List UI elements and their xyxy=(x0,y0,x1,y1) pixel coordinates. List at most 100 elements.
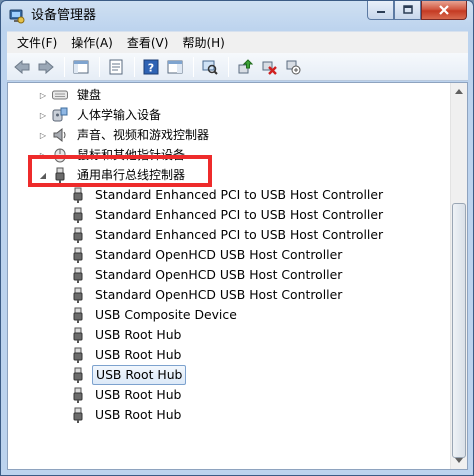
tree-child-device[interactable]: USB Root Hub xyxy=(66,325,184,345)
scroll-down-button[interactable] xyxy=(451,452,467,469)
toolbar: ? xyxy=(7,53,468,81)
hid-icon xyxy=(52,107,68,123)
expand-arrow-icon[interactable]: ▷ xyxy=(38,85,48,105)
tree-child-label: USB Root Hub xyxy=(95,387,182,402)
tree-node-mice[interactable]: ▷ 鼠标和其他指针设备 xyxy=(38,145,188,165)
tree-child-device[interactable]: USB Root Hub xyxy=(66,345,184,365)
tree-child-label: Standard Enhanced PCI to USB Host Contro… xyxy=(95,227,384,242)
console-tree-icon xyxy=(73,60,89,73)
menu-file[interactable]: 文件(F) xyxy=(7,33,64,53)
tree-child-device[interactable]: Standard OpenHCD USB Host Controller xyxy=(66,285,345,305)
action-pane-icon xyxy=(167,60,183,73)
usb-plug-icon xyxy=(70,407,86,423)
mouse-icon xyxy=(52,147,68,163)
tree-node-label: 键盘 xyxy=(77,88,102,102)
scroll-up-button[interactable] xyxy=(451,83,467,100)
close-icon xyxy=(439,5,449,15)
keyboard-icon xyxy=(52,87,68,103)
tree-child-label: USB Root Hub xyxy=(95,327,182,342)
usb-plug-icon xyxy=(70,247,86,263)
tree-node-keyboards[interactable]: ▷ 键盘 xyxy=(38,85,104,105)
back-arrow-icon xyxy=(14,59,30,74)
tree-child-label: Standard OpenHCD USB Host Controller xyxy=(95,287,343,302)
scan-hardware-icon xyxy=(202,60,218,75)
toolbar-separator xyxy=(64,56,65,77)
tree-child-label: USB Root Hub xyxy=(95,347,182,362)
scroll-down-icon xyxy=(455,458,463,463)
tree-child-device[interactable]: Standard OpenHCD USB Host Controller xyxy=(66,265,345,285)
toolbar-separator xyxy=(228,56,229,77)
tree-child-label: Standard OpenHCD USB Host Controller xyxy=(95,267,343,282)
tree-node-label: 鼠标和其他指针设备 xyxy=(77,148,186,162)
tree-child-label: Standard Enhanced PCI to USB Host Contro… xyxy=(95,187,384,202)
action-pane-button[interactable] xyxy=(164,56,186,78)
tree-child-device[interactable]: Standard Enhanced PCI to USB Host Contro… xyxy=(66,225,386,245)
tree-child-label: Standard Enhanced PCI to USB Host Contro… xyxy=(95,207,384,222)
menu-bar: 文件(F) 操作(A) 查看(V) 帮助(H) xyxy=(7,31,468,53)
tree-child-label: USB Root Hub xyxy=(92,365,187,385)
menu-help[interactable]: 帮助(H) xyxy=(175,33,231,53)
usb-plug-icon xyxy=(70,327,86,343)
tree-child-device[interactable]: USB Root Hub xyxy=(66,405,184,425)
scan-hardware-button[interactable] xyxy=(199,56,221,78)
menu-action[interactable]: 操作(A) xyxy=(64,33,120,53)
tree-node-label: 声音、视频和游戏控制器 xyxy=(77,128,210,142)
device-manager-icon xyxy=(9,8,25,24)
tree-child-device[interactable]: Standard Enhanced PCI to USB Host Contro… xyxy=(66,185,386,205)
close-button[interactable] xyxy=(421,1,467,20)
tree-child-device[interactable]: USB Root Hub xyxy=(66,365,187,385)
tree-child-device[interactable]: Standard OpenHCD USB Host Controller xyxy=(66,245,345,265)
vertical-scrollbar[interactable] xyxy=(450,83,467,469)
title-bar[interactable]: 设备管理器 xyxy=(1,1,473,31)
usb-plug-icon xyxy=(52,167,68,183)
tree-node-hid[interactable]: ▷ 人体学输入设备 xyxy=(38,105,164,125)
uninstall-icon xyxy=(262,61,277,75)
usb-plug-icon xyxy=(70,267,86,283)
usb-plug-icon xyxy=(70,367,86,383)
tree-node-label: 通用串行总线控制器 xyxy=(77,168,186,182)
back-button[interactable] xyxy=(11,56,33,78)
properties-icon xyxy=(109,59,123,74)
device-tree[interactable]: ▷ 键盘 ▷ 人体学输入设备 ▷ 声音、视频和游戏控制器 ▷ 鼠标和其他指针设备… xyxy=(7,82,468,470)
window-title: 设备管理器 xyxy=(31,8,97,23)
properties-button[interactable] xyxy=(105,56,127,78)
tree-child-device[interactable]: USB Composite Device xyxy=(66,305,240,325)
update-driver-button[interactable] xyxy=(234,56,256,78)
tree-node-sound[interactable]: ▷ 声音、视频和游戏控制器 xyxy=(38,125,212,145)
forward-button[interactable] xyxy=(35,56,57,78)
expand-arrow-icon[interactable]: ▷ xyxy=(38,105,48,125)
disable-device-button[interactable] xyxy=(282,56,304,78)
caption-buttons xyxy=(367,1,467,21)
uninstall-device-button[interactable] xyxy=(258,56,280,78)
usb-plug-icon xyxy=(70,387,86,403)
tree-node-usb-controllers[interactable]: ◢ 通用串行总线控制器 xyxy=(38,165,188,185)
expand-arrow-icon[interactable]: ▷ xyxy=(38,125,48,145)
disable-device-icon xyxy=(286,60,301,74)
tree-child-label: Standard OpenHCD USB Host Controller xyxy=(95,247,343,262)
speaker-icon xyxy=(52,127,68,143)
tree-child-label: USB Composite Device xyxy=(95,307,237,322)
maximize-button[interactable] xyxy=(394,1,421,20)
minimize-button[interactable] xyxy=(367,1,394,20)
help-button[interactable]: ? xyxy=(140,56,162,78)
toolbar-separator xyxy=(99,56,100,77)
toolbar-separator xyxy=(134,56,135,77)
show-hide-tree-button[interactable] xyxy=(70,56,92,78)
scrollbar-thumb[interactable] xyxy=(452,203,466,458)
usb-plug-icon xyxy=(70,347,86,363)
minimize-icon xyxy=(376,11,385,13)
tree-child-label: USB Root Hub xyxy=(95,407,182,422)
device-manager-window: 设备管理器 文件(F) 操作(A) 查看(V) 帮助(H) ? ▷ 键盘 ▷ 人… xyxy=(0,0,474,476)
menu-view[interactable]: 查看(V) xyxy=(120,33,176,53)
help-icon: ? xyxy=(143,59,159,74)
forward-arrow-icon xyxy=(38,59,54,74)
tree-child-device[interactable]: USB Root Hub xyxy=(66,385,184,405)
usb-plug-icon xyxy=(70,287,86,303)
tree-node-label: 人体学输入设备 xyxy=(77,108,162,122)
usb-plug-icon xyxy=(70,227,86,243)
collapse-arrow-icon[interactable]: ◢ xyxy=(38,165,48,185)
tree-child-device[interactable]: Standard Enhanced PCI to USB Host Contro… xyxy=(66,205,386,225)
svg-text:?: ? xyxy=(148,61,154,74)
expand-arrow-icon[interactable]: ▷ xyxy=(38,145,48,165)
update-driver-icon xyxy=(238,58,253,73)
